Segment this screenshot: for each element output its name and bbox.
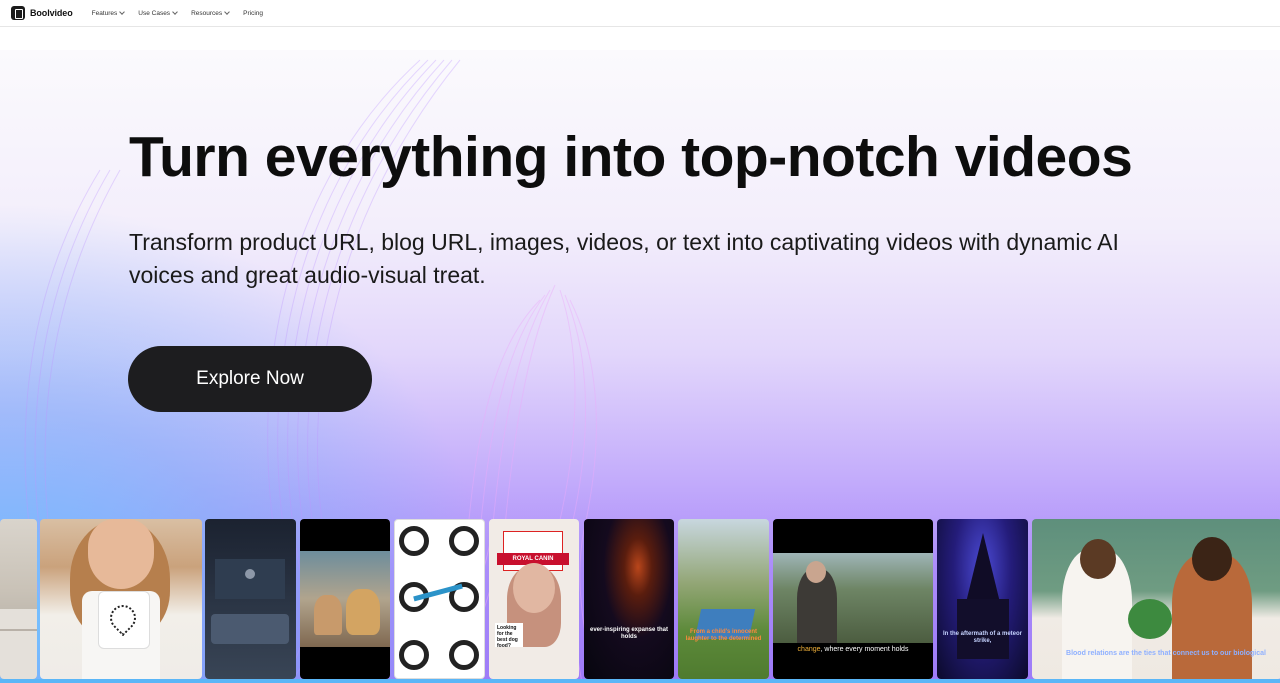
nav-resources-label: Resources	[191, 9, 223, 17]
nav-use-cases-label: Use Cases	[138, 9, 171, 17]
video-card[interactable]: ever-inspiring expanse that holds	[584, 519, 674, 679]
nav-links: Features Use Cases Resources Pricing	[91, 9, 277, 17]
card-caption: In the aftermath of a meteor strike,	[942, 631, 1022, 644]
video-card[interactable]	[300, 519, 390, 679]
card-caption: Looking for the best dog food?	[495, 623, 523, 649]
video-card[interactable]	[0, 519, 37, 679]
chevron-down-icon	[224, 9, 230, 15]
hero-title: Turn everything into top-notch videos	[129, 125, 1133, 189]
card-caption: From a child's innocent laughter to the …	[685, 629, 762, 642]
card-caption: change, where every moment holds	[797, 646, 909, 653]
video-card[interactable]: In the aftermath of a meteor strike,	[937, 519, 1028, 679]
nav-features[interactable]: Features	[91, 9, 126, 17]
chevron-down-icon	[119, 9, 126, 15]
hero-subtitle: Transform product URL, blog URL, images,…	[129, 229, 1119, 288]
brand-name: Boolvideo	[30, 8, 73, 18]
brand-logo[interactable]: Boolvideo	[11, 6, 73, 20]
nav-resources[interactable]: Resources	[191, 9, 230, 17]
video-card[interactable]: change, where every moment holds	[773, 519, 933, 679]
chevron-down-icon	[172, 9, 178, 15]
nav-pricing[interactable]: Pricing	[243, 10, 263, 17]
nav-use-cases[interactable]: Use Cases	[138, 9, 178, 17]
video-card[interactable]: From a child's innocent laughter to the …	[678, 519, 769, 679]
card-caption: Blood relations are the ties that connec…	[1066, 650, 1266, 657]
video-card[interactable]	[394, 519, 485, 679]
video-gallery: ROYAL CANIN Looking for the best dog foo…	[0, 519, 1280, 683]
caption-highlight: change	[797, 646, 821, 653]
bottom-accent-line	[0, 679, 1280, 683]
video-card[interactable]: Blood relations are the ties that connec…	[1032, 519, 1280, 679]
video-card[interactable]	[40, 519, 202, 679]
explore-now-button[interactable]: Explore Now	[128, 346, 372, 412]
nav-pricing-label: Pricing	[243, 9, 264, 17]
card-caption: ever-inspiring expanse that holds	[589, 627, 669, 640]
nav-features-label: Features	[91, 9, 118, 17]
logo-icon	[11, 6, 25, 20]
top-nav: Boolvideo Features Use Cases Resources P…	[0, 0, 1280, 27]
video-card[interactable]	[205, 519, 296, 679]
video-card[interactable]: ROYAL CANIN Looking for the best dog foo…	[489, 519, 579, 679]
